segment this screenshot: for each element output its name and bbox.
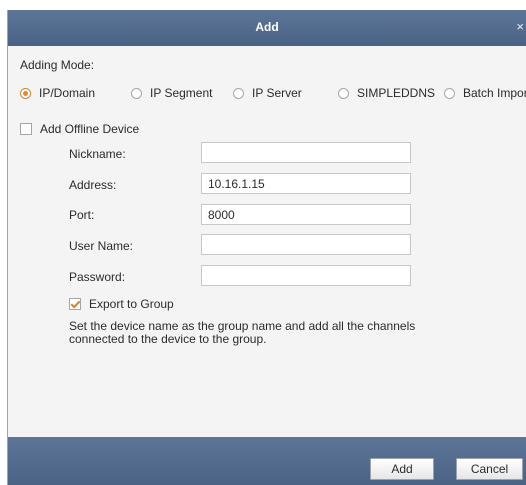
checkbox-unchecked-icon	[20, 123, 32, 135]
radio-ip-segment[interactable]: IP Segment	[131, 86, 212, 100]
username-input[interactable]	[201, 234, 411, 255]
radio-label: IP/Domain	[39, 86, 96, 100]
radio-unselected-icon	[233, 87, 244, 99]
add-device-dialog: Add × Adding Mode: IP/Domain IP Segment …	[7, 10, 526, 485]
close-icon[interactable]: ×	[516, 19, 524, 34]
adding-mode-label: Adding Mode:	[20, 58, 95, 72]
radio-ip-server[interactable]: IP Server	[233, 86, 302, 100]
export-to-group-label: Export to Group	[89, 297, 174, 311]
dialog-title: Add	[255, 20, 279, 34]
adding-mode-radio-group: IP/Domain IP Segment IP Server SIMPLEDDN…	[20, 86, 526, 102]
radio-batch-import[interactable]: Batch Import	[444, 86, 526, 100]
radio-unselected-icon	[131, 87, 142, 99]
radio-label: IP Segment	[150, 86, 213, 100]
password-input[interactable]	[201, 265, 411, 286]
radio-ip-domain[interactable]: IP/Domain	[20, 86, 95, 100]
radio-label: IP Server	[252, 86, 302, 100]
radio-label: Batch Import	[463, 86, 526, 100]
export-group-hint: Set the device name as the group name an…	[69, 319, 416, 346]
add-offline-device-label: Add Offline Device	[40, 122, 140, 136]
nickname-label: Nickname:	[69, 147, 126, 161]
port-input[interactable]	[201, 204, 411, 225]
add-offline-device-checkbox[interactable]: Add Offline Device	[20, 122, 139, 136]
username-label: User Name:	[69, 239, 134, 253]
port-label: Port:	[69, 208, 95, 222]
radio-label: SIMPLEDDNS	[357, 86, 436, 100]
checkbox-checked-icon	[69, 298, 81, 310]
address-label: Address:	[69, 178, 117, 192]
radio-selected-icon	[20, 87, 31, 99]
dialog-titlebar: Add ×	[8, 10, 526, 46]
export-to-group-checkbox[interactable]: Export to Group	[69, 297, 174, 311]
radio-unselected-icon	[338, 87, 349, 99]
password-label: Password:	[69, 270, 126, 284]
cancel-button[interactable]: Cancel	[456, 458, 523, 480]
add-button[interactable]: Add	[370, 458, 434, 480]
radio-simpleddns[interactable]: SIMPLEDDNS	[338, 86, 435, 100]
dialog-footer: Add Cancel	[8, 437, 526, 485]
nickname-input[interactable]	[201, 142, 411, 163]
address-input[interactable]	[201, 173, 411, 194]
radio-unselected-icon	[444, 87, 455, 99]
